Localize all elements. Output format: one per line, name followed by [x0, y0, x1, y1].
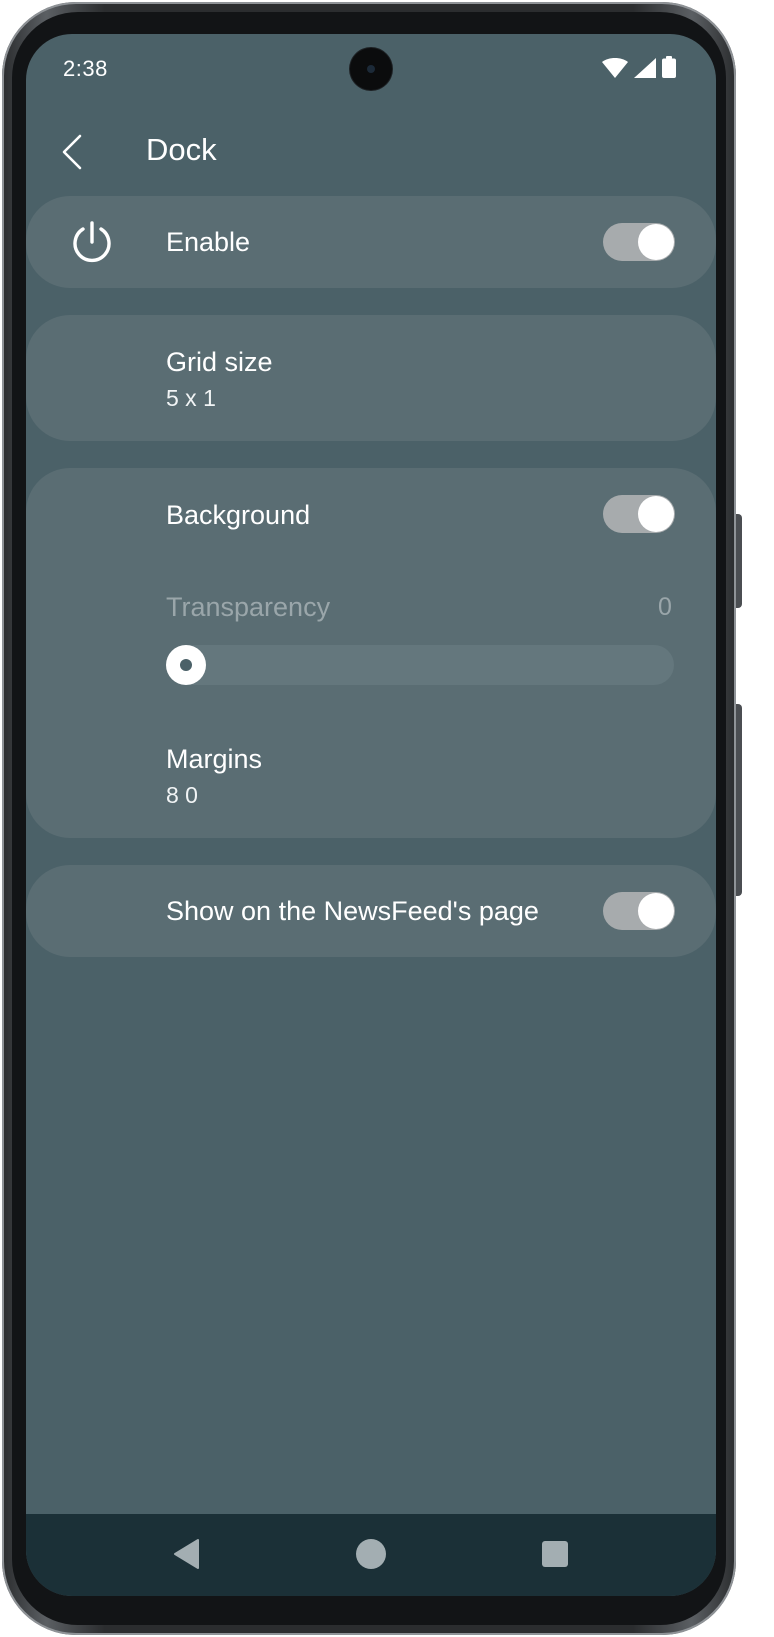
nav-back-button[interactable] [166, 1534, 206, 1574]
front-camera [350, 48, 392, 90]
status-icons [602, 56, 676, 83]
grid-size-value: 5 x 1 [166, 385, 216, 411]
power-icon [73, 221, 111, 263]
navigation-bar [26, 1514, 716, 1596]
cellular-signal-icon [634, 58, 656, 83]
transparency-slider-track[interactable] [166, 645, 674, 685]
background-toggle[interactable] [603, 495, 675, 533]
back-button[interactable] [50, 130, 94, 174]
transparency-slider-thumb[interactable] [166, 645, 206, 685]
background-label: Background [166, 500, 311, 530]
toggle-knob [638, 893, 674, 929]
margins-label: Margins [166, 744, 263, 774]
volume-button [736, 514, 742, 608]
recents-square-icon [542, 1541, 568, 1567]
battery-icon [662, 56, 676, 83]
margins-value: 8 0 [166, 782, 198, 808]
screen: 2:38 Dock Enable Grid size 5 x 1 Backgro… [26, 34, 716, 1596]
enable-toggle[interactable] [603, 223, 675, 261]
page-title: Dock [146, 132, 217, 167]
show-newsfeed-label: Show on the NewsFeed's page [166, 896, 539, 926]
app-bar: Dock [26, 124, 716, 194]
status-bar: 2:38 [26, 34, 716, 104]
toggle-knob [638, 224, 674, 260]
nav-home-button[interactable] [351, 1534, 391, 1574]
phone-frame: 2:38 Dock Enable Grid size 5 x 1 Backgro… [2, 2, 742, 1635]
power-side-button [736, 704, 742, 896]
enable-setting[interactable]: Enable [26, 196, 716, 288]
status-time: 2:38 [63, 56, 108, 81]
transparency-label: Transparency [166, 592, 331, 622]
enable-label: Enable [166, 227, 251, 257]
show-newsfeed-setting[interactable]: Show on the NewsFeed's page [26, 865, 716, 957]
toggle-knob [638, 496, 674, 532]
grid-size-label: Grid size [166, 347, 273, 377]
nav-recents-button[interactable] [535, 1534, 575, 1574]
show-newsfeed-toggle[interactable] [603, 892, 675, 930]
transparency-value: 0 [658, 593, 672, 621]
background-group: Background Transparency 0 Margins 8 0 [26, 468, 716, 838]
grid-size-setting[interactable]: Grid size 5 x 1 [26, 315, 716, 441]
home-circle-icon [356, 1539, 386, 1569]
wifi-icon [602, 58, 628, 83]
chevron-left-icon [62, 134, 82, 170]
back-triangle-icon [174, 1539, 199, 1569]
